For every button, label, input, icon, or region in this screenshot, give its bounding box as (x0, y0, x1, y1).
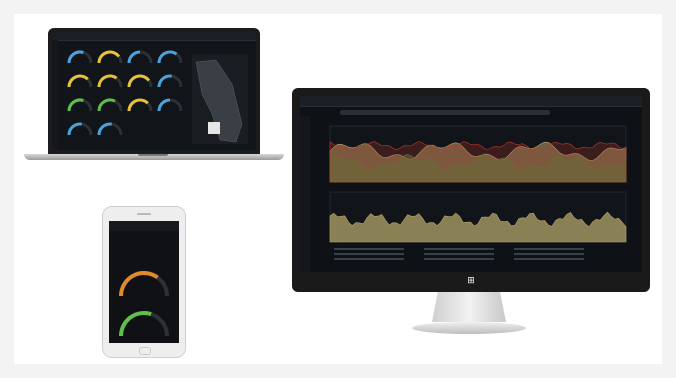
gauge-fill (119, 271, 159, 297)
browser-tab-bar (300, 96, 642, 107)
gauge-fill (97, 98, 116, 112)
gauge-panel (66, 46, 94, 66)
gauge-panel (156, 70, 184, 90)
phone-home-button (139, 347, 151, 355)
gauge-panel (66, 118, 94, 138)
chart-series-area (329, 141, 627, 183)
gauge-fill (67, 74, 89, 88)
gauge-fill (127, 74, 151, 88)
phone-gauge-panel (117, 307, 171, 341)
monitor-stand-base (412, 322, 526, 334)
gauge-panel (156, 46, 184, 66)
gauge-panel (66, 70, 94, 90)
gauge-fill (97, 122, 112, 136)
gauge-fill (157, 98, 171, 112)
gauge-panel (66, 94, 94, 114)
legend-row (514, 248, 584, 250)
monitor-stand-neck (432, 292, 506, 322)
gauge-panel (156, 94, 184, 114)
phone-screen (109, 221, 179, 343)
gauge-fill (97, 50, 121, 64)
timeseries-panels (329, 125, 627, 260)
monitor-sidebar (300, 116, 310, 272)
phone-speaker (137, 213, 151, 215)
map-legend (208, 122, 220, 134)
legend-row (334, 253, 404, 255)
gauge-fill (127, 98, 149, 112)
laptop (48, 28, 260, 154)
legend-row (334, 248, 404, 250)
legend-row (424, 248, 494, 250)
laptop-sidebar (52, 40, 58, 150)
laptop-screen (52, 32, 256, 150)
legend-row (334, 258, 404, 260)
windows-logo-icon: ⊞ (467, 276, 475, 286)
gauge-fill (67, 122, 82, 136)
gauge-fill (157, 50, 178, 64)
phone-header (109, 221, 179, 231)
phone (102, 206, 186, 358)
laptop-topbar (52, 32, 256, 41)
gauge-fill (67, 98, 84, 112)
legend-row (514, 253, 584, 255)
gauge-track (119, 271, 169, 297)
map-panel (192, 54, 248, 144)
phone-gauge-panel (117, 267, 171, 301)
gauge-fill (119, 311, 152, 337)
laptop-notch (138, 154, 168, 156)
gauge-panel (96, 70, 124, 90)
gauge-panel (126, 70, 154, 90)
gauge-track (119, 311, 169, 337)
url-bar[interactable] (340, 110, 550, 115)
dashboard-charts (314, 118, 636, 268)
gauge-panel (96, 94, 124, 114)
gauge-grid (66, 46, 186, 146)
monitor-screen (300, 96, 642, 272)
legend-row (424, 253, 494, 255)
gauge-fill (127, 50, 141, 64)
gauge-fill (67, 50, 84, 64)
gauge-panel (126, 46, 154, 66)
legend-row (514, 258, 584, 260)
gauge-panel (96, 46, 124, 66)
gauge-fill (97, 74, 118, 88)
gauge-panel (126, 94, 154, 114)
legend-row (424, 258, 494, 260)
monitor: ⊞ (292, 88, 650, 292)
gauge-panel (96, 118, 124, 138)
gauge-fill (157, 74, 172, 88)
map-shape (195, 59, 243, 143)
